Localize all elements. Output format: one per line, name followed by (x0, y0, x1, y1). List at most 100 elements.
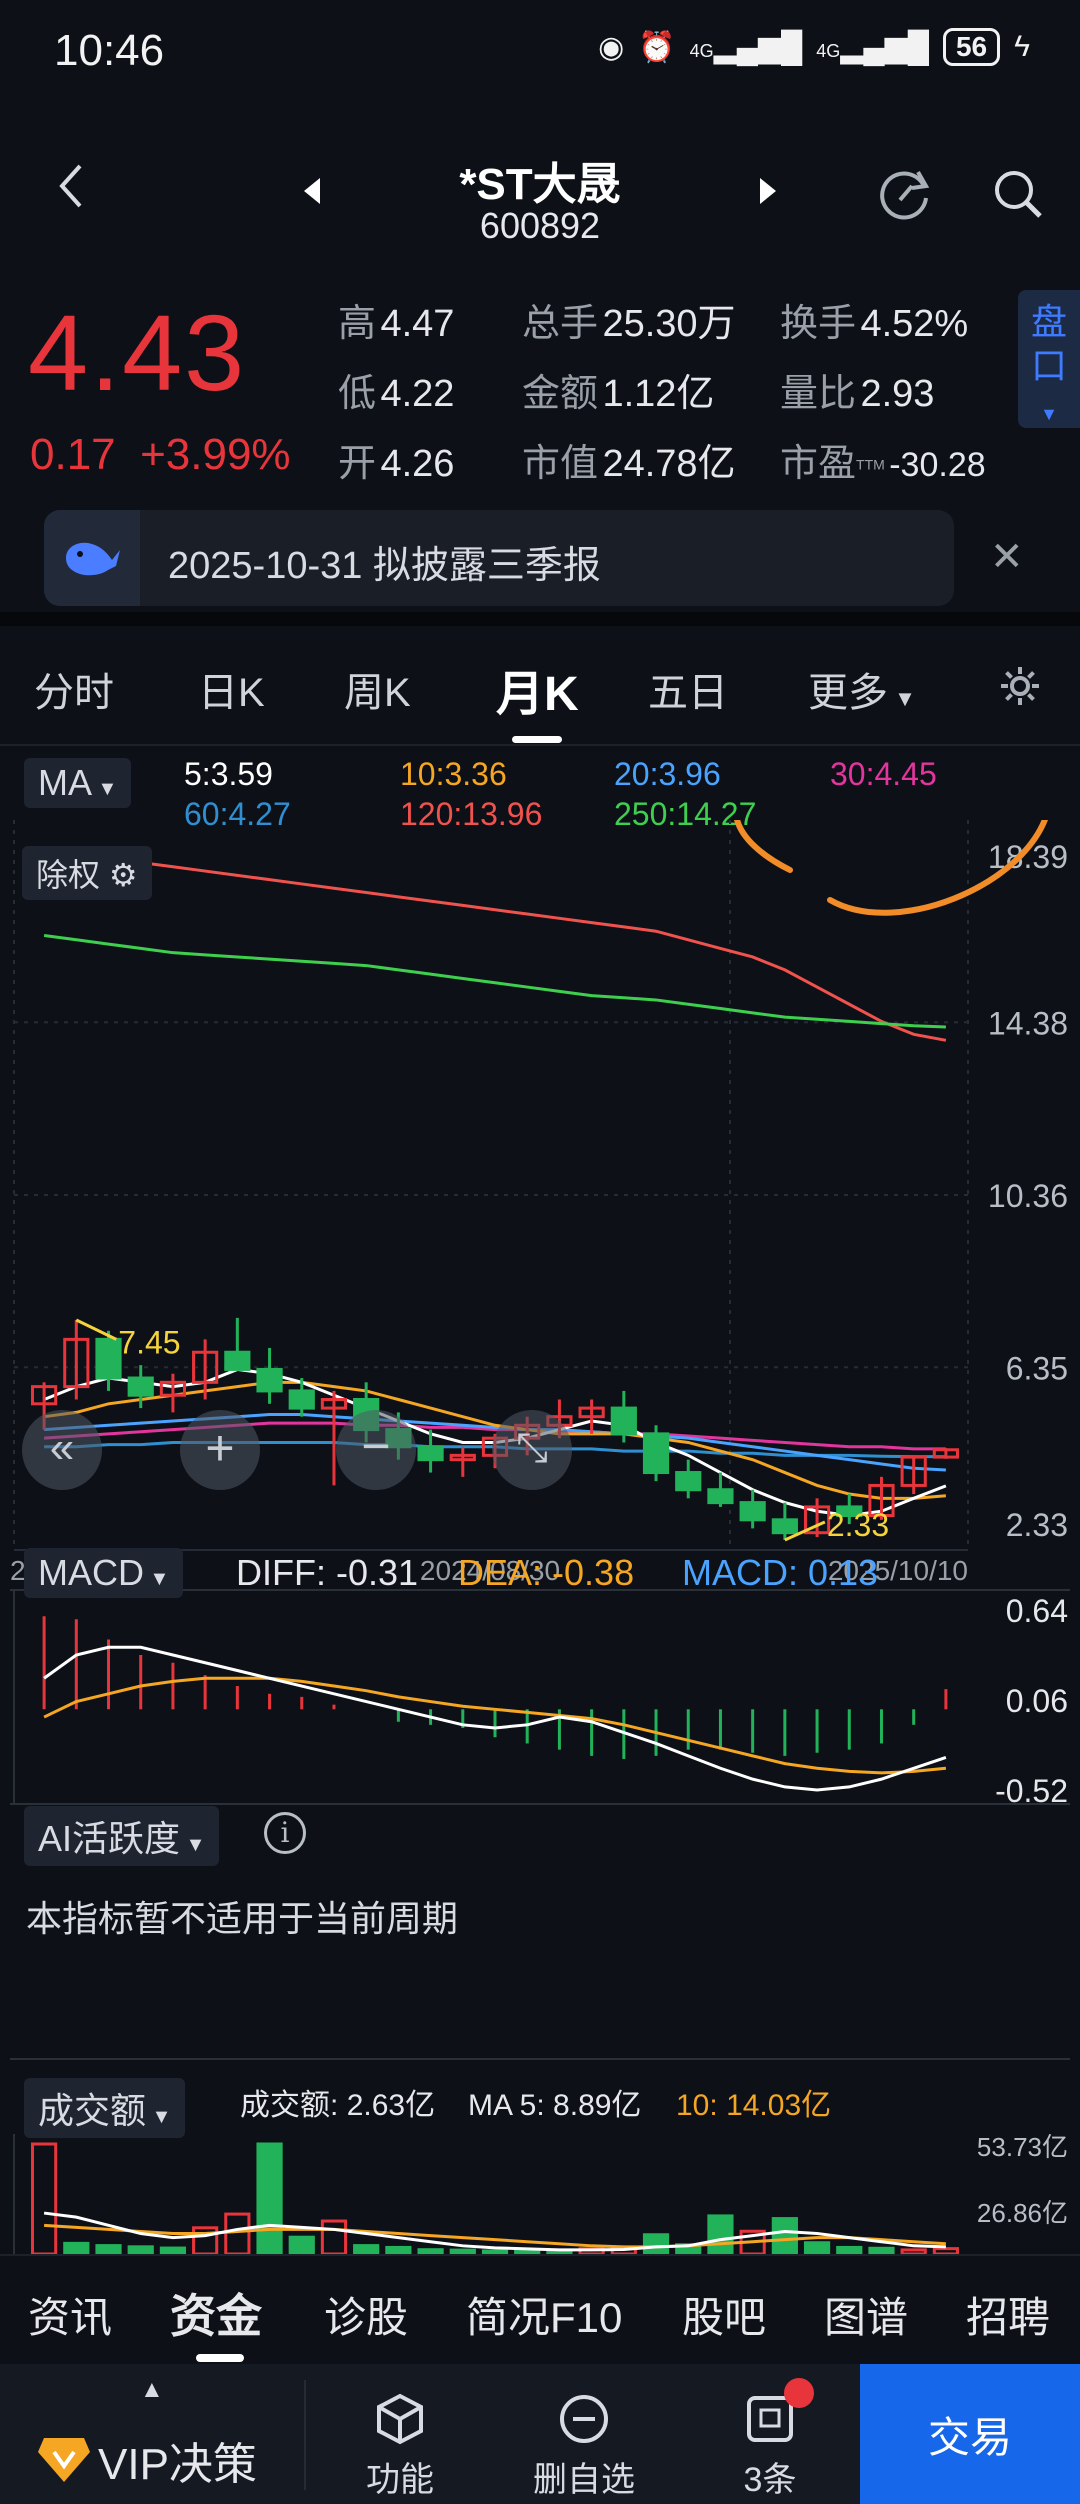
whale-icon (44, 510, 140, 606)
candle-body (288, 1389, 315, 1410)
open-field: 开 4.26 (338, 443, 455, 485)
notification-badge (784, 2378, 814, 2408)
volume-bar (803, 2241, 831, 2254)
volume-bar (288, 2235, 315, 2254)
refresh-icon[interactable] (876, 164, 934, 227)
status-icons: ◉ ⏰ 4G▂▄▆█ 4G▂▄▆█ 56 ϟ (598, 28, 1030, 66)
amount-field: 金额 1.12亿 (522, 373, 715, 415)
macd-selector[interactable]: MACD ▼ (24, 1548, 184, 1598)
candle-body (256, 1367, 283, 1393)
chevron-down-icon: ▼ (146, 2106, 172, 2128)
macd-value: MACD: 0.13 (682, 1552, 879, 1593)
signal-icon-2: 4G▂▄▆█ (816, 30, 929, 64)
volume-selector[interactable]: 成交额 ▼ (24, 2078, 186, 2138)
function-button[interactable]: 功能 (310, 2392, 490, 2501)
candle-body (127, 1376, 154, 1397)
volume-chart[interactable]: 53.73亿 26.86亿 (0, 2134, 1080, 2254)
chevron-down-icon: ▼ (92, 778, 118, 800)
volume-field: 总手 25.30万 (522, 303, 736, 345)
candle-body (95, 1337, 122, 1380)
chevron-down-icon: ▼ (1040, 404, 1058, 424)
candle-body (771, 1518, 798, 1535)
volume-bar (642, 2233, 670, 2254)
pe-field: 市盈TTM -30.28 (780, 443, 986, 485)
ai-activity-selector[interactable]: AI活跃度 ▼ (24, 1806, 220, 1866)
price-change: 0.17 +3.99% (30, 430, 291, 479)
battery-icon: 56 (942, 28, 1001, 66)
tab-f10[interactable]: 简况F10 (466, 2284, 622, 2345)
divider (0, 744, 1080, 746)
tab-recruit[interactable]: 招聘 (966, 2284, 1050, 2345)
close-icon[interactable]: ✕ (990, 534, 1024, 580)
ai-activity-message: 本指标暂不适用于当前周期 (26, 1898, 459, 1939)
messages-button[interactable]: 3条 (680, 2392, 860, 2501)
tab-indicator (512, 736, 562, 743)
gear-icon[interactable] (998, 664, 1042, 713)
volume-ma5: MA 5: 8.89亿 (468, 2089, 642, 2122)
max-pointer (75, 1318, 117, 1341)
y-tick-label: 2.33 (1006, 1507, 1068, 1543)
pankou-button[interactable]: 盘口 ▼ (1018, 290, 1080, 428)
tab-diagnosis[interactable]: 诊股 (324, 2284, 408, 2345)
tab-news[interactable]: 资讯 (28, 2284, 112, 2345)
volume-bar (31, 2142, 58, 2254)
adjust-button[interactable]: 除权 ⚙ (22, 846, 152, 900)
candle-body (707, 1488, 734, 1505)
chevron-up-icon[interactable]: ▲ (140, 2376, 164, 2404)
y-tick-label: 6.35 (1006, 1350, 1068, 1386)
remove-watchlist-button[interactable]: 删自选 (494, 2392, 674, 2501)
candle-body (224, 1350, 251, 1371)
kline-chart[interactable]: 18.3914.3810.366.352.332023/05/312024/08… (0, 820, 1080, 1820)
macd-y-tick: -0.52 (995, 1773, 1068, 1809)
y-tick-label: 10.36 (988, 1178, 1068, 1214)
volume-bar (224, 2212, 251, 2254)
tab-more[interactable]: 更多 ▼ (808, 660, 916, 718)
tab-indicator (196, 2354, 244, 2362)
macd-diff: DIFF: -0.31 (236, 1552, 419, 1593)
search-icon[interactable] (990, 166, 1046, 227)
fullscreen-icon[interactable]: ⤡ (492, 1410, 572, 1490)
ma-selector[interactable]: MA ▼ (24, 758, 132, 808)
vip-button[interactable]: VIP决策 (36, 2428, 257, 2492)
scroll-left-icon[interactable]: « (22, 1410, 102, 1490)
current-price: 4.43 (28, 292, 247, 413)
signal-icon: 4G▂▄▆█ (689, 30, 803, 64)
low-field: 低 4.22 (338, 373, 455, 415)
tab-graph[interactable]: 图谱 (824, 2284, 908, 2345)
zoom-in-icon[interactable]: + (180, 1410, 260, 1490)
zoom-out-icon[interactable]: − (336, 1410, 416, 1490)
charging-icon: ϟ (1014, 30, 1030, 63)
tab-monthly[interactable]: 月K (496, 654, 579, 724)
chevron-down-icon: ▼ (180, 1834, 206, 1856)
volume-bar (707, 2214, 734, 2254)
max-label: 7.45 (118, 1324, 180, 1360)
tab-forum[interactable]: 股吧 (682, 2284, 766, 2345)
macd-y-tick: 0.64 (1006, 1593, 1068, 1629)
ma-line-ma250 (43, 934, 946, 1029)
volume-amount: 成交额: 2.63亿 (240, 2089, 436, 2122)
divider (304, 2380, 306, 2490)
macd-y-tick: 0.06 (1006, 1683, 1068, 1719)
tab-five-day[interactable]: 五日 (648, 660, 728, 718)
min-label: 2.33 (827, 1507, 889, 1543)
status-time: 10:46 (54, 26, 165, 75)
tab-daily[interactable]: 日K (198, 660, 265, 718)
volume-bar (63, 2241, 90, 2254)
trade-button[interactable]: 交易 (860, 2364, 1080, 2504)
vip-diamond-icon (38, 2438, 90, 2482)
ma30-value: 30:4.45 (830, 756, 937, 792)
tab-weekly[interactable]: 周K (344, 660, 411, 718)
next-stock-icon[interactable] (756, 176, 780, 211)
info-icon[interactable]: i (264, 1812, 306, 1854)
y-tick-label: 14.38 (988, 1005, 1068, 1041)
ma20-value: 20:3.96 (614, 756, 721, 792)
mktcap-field: 市值 24.78亿 (522, 443, 736, 485)
tab-capital[interactable]: 资金 (170, 2280, 262, 2346)
divider (0, 612, 1080, 626)
tab-intraday[interactable]: 分时 (34, 660, 114, 718)
ma-line-ma120 (43, 848, 947, 1042)
ma10-value: 10:3.36 (400, 756, 507, 792)
candle-body (642, 1432, 670, 1475)
volume-bar (353, 2244, 380, 2254)
volume-bar (320, 2219, 348, 2254)
